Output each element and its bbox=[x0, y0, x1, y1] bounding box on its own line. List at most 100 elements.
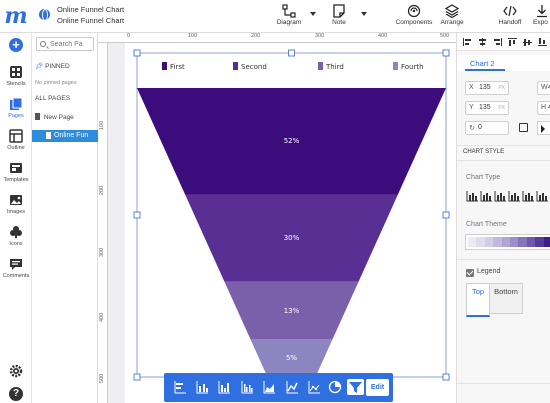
rail-pages[interactable]: Pages bbox=[0, 97, 32, 119]
app-logo[interactable]: m bbox=[4, 4, 28, 28]
divider bbox=[457, 160, 550, 161]
align-middle-icon[interactable] bbox=[523, 38, 532, 46]
rail-images[interactable]: Images bbox=[0, 193, 32, 215]
legend-top-option[interactable]: Top bbox=[466, 283, 490, 317]
diagram-chevron-down-icon[interactable] bbox=[310, 12, 316, 16]
tab-chart-2[interactable]: Chart 2 bbox=[457, 55, 550, 71]
help-icon[interactable]: ? bbox=[9, 387, 23, 401]
legend-bottom-option[interactable]: Bottom bbox=[490, 283, 523, 314]
edit-chart-button[interactable]: Edit bbox=[366, 379, 389, 396]
flip-vertical-icon[interactable] bbox=[537, 121, 550, 135]
align-center-icon[interactable] bbox=[478, 38, 487, 46]
resize-handle[interactable] bbox=[442, 49, 450, 57]
chart-type-column-icon[interactable] bbox=[494, 190, 507, 202]
width-field[interactable]: W 4 bbox=[537, 81, 550, 95]
funnel-data-label: 13% bbox=[283, 306, 300, 315]
chart-type-area-icon[interactable] bbox=[522, 190, 535, 202]
export-label: Expo bbox=[533, 19, 548, 26]
rail-icons[interactable]: Icons bbox=[0, 225, 32, 247]
align-top-icon[interactable] bbox=[508, 38, 517, 46]
page-item-active-label: Online Fun bbox=[54, 132, 89, 139]
rotate-icon: ↻ bbox=[469, 125, 475, 132]
search-icon bbox=[40, 41, 46, 47]
x-value: 135 bbox=[479, 84, 491, 91]
chart-type-stacked-bar-icon[interactable] bbox=[480, 190, 493, 202]
stencils-icon bbox=[10, 66, 22, 78]
resize-handle[interactable] bbox=[442, 211, 450, 219]
ruler-left-tick: 500 bbox=[99, 373, 105, 383]
legend-checkbox[interactable] bbox=[466, 269, 474, 277]
ruler-top-tick: 100 bbox=[188, 33, 198, 39]
align-bottom-icon[interactable] bbox=[538, 38, 547, 46]
components-icon bbox=[407, 4, 421, 18]
code-icon bbox=[503, 5, 517, 17]
resize-handle[interactable] bbox=[133, 211, 141, 219]
handoff-button[interactable]: Handoff bbox=[497, 2, 523, 32]
chart-type-horizontal-bar-icon[interactable] bbox=[466, 190, 479, 202]
pages-panel: 📌︎ PINNED No pinned pages ALL PAGES New … bbox=[32, 33, 98, 403]
outline-icon bbox=[9, 129, 23, 143]
align-left-icon[interactable] bbox=[463, 38, 472, 46]
all-pages-title: ALL PAGES bbox=[35, 95, 71, 102]
note-chevron-down-icon[interactable] bbox=[361, 12, 367, 16]
search-field[interactable] bbox=[36, 37, 94, 51]
page-item-new[interactable]: New Page bbox=[35, 113, 74, 121]
diagram-button[interactable]: Diagram bbox=[274, 2, 304, 32]
rail-stencils[interactable]: Stencils bbox=[0, 65, 32, 87]
download-icon bbox=[537, 5, 547, 18]
pie-chart-icon[interactable] bbox=[328, 380, 342, 394]
rail-outline[interactable]: Outline bbox=[0, 129, 32, 151]
ruler-top-tick: 400 bbox=[378, 33, 388, 39]
chart-type-line-icon[interactable] bbox=[536, 190, 549, 202]
page-sheet[interactable]: First Second Third Fourth 52% 30% 13% 5% bbox=[125, 43, 456, 403]
document-title[interactable]: Online Funnel Chart bbox=[57, 5, 124, 14]
funnel-data-label: 5% bbox=[285, 354, 298, 363]
layers-icon bbox=[445, 4, 459, 18]
canvas-area[interactable]: 0 100 200 300 400 500 100 200 300 400 50… bbox=[98, 33, 456, 403]
page-item-active[interactable]: Online Fun bbox=[32, 130, 98, 142]
add-icon[interactable]: + bbox=[9, 38, 23, 52]
area-chart-icon[interactable] bbox=[262, 380, 276, 394]
funnel-data-label: 30% bbox=[283, 234, 300, 243]
note-button[interactable]: Note bbox=[326, 2, 352, 32]
rail-templates[interactable]: Templates bbox=[0, 161, 32, 183]
settings-gear-icon[interactable] bbox=[9, 364, 23, 378]
document-subtitle: Online Funnel Chart bbox=[57, 16, 125, 25]
properties-panel: Chart 2 X 135 PX W 4 Y 135 PX H 4 ↻ 0 CH… bbox=[456, 33, 550, 403]
chart-toolbar: Edit bbox=[164, 373, 393, 402]
column-chart-icon[interactable] bbox=[217, 380, 231, 394]
funnel-chart[interactable] bbox=[125, 43, 456, 403]
flip-horizontal-icon[interactable] bbox=[519, 123, 528, 132]
search-input[interactable] bbox=[50, 39, 92, 49]
legend-label: Fourth bbox=[401, 63, 424, 71]
components-button[interactable]: Components bbox=[393, 2, 435, 32]
y-position-field[interactable]: Y 135 PX bbox=[465, 101, 509, 115]
ruler-left: 100 200 300 400 500 600 bbox=[98, 43, 108, 403]
bar-horizontal-chart-icon[interactable] bbox=[173, 380, 187, 394]
templates-icon bbox=[10, 163, 22, 173]
export-button[interactable]: Expo bbox=[533, 2, 550, 32]
x-position-field[interactable]: X 135 PX bbox=[465, 81, 509, 95]
align-right-icon[interactable] bbox=[493, 38, 502, 46]
components-label: Components bbox=[395, 19, 433, 26]
height-field[interactable]: H 4 bbox=[537, 101, 550, 115]
page-item-new-label: New Page bbox=[43, 114, 74, 121]
grouped-column-chart-icon[interactable] bbox=[240, 380, 254, 394]
arrange-button[interactable]: Arrange bbox=[438, 2, 466, 32]
line-chart-icon[interactable] bbox=[285, 380, 299, 394]
resize-handle[interactable] bbox=[133, 373, 141, 381]
chart-type-grouped-column-icon[interactable] bbox=[508, 190, 521, 202]
rail-images-label: Images bbox=[6, 209, 26, 215]
rotation-field[interactable]: ↻ 0 bbox=[465, 121, 509, 135]
scatter-chart-icon[interactable] bbox=[307, 380, 321, 394]
rail-comments[interactable]: Comments bbox=[0, 257, 32, 279]
chart-theme-selector[interactable] bbox=[465, 234, 550, 250]
resize-handle[interactable] bbox=[133, 49, 141, 57]
handoff-label: Handoff bbox=[498, 19, 522, 26]
page-icon bbox=[35, 113, 40, 120]
resize-handle[interactable] bbox=[442, 373, 450, 381]
stacked-bar-chart-icon[interactable] bbox=[195, 380, 209, 394]
funnel-chart-icon[interactable] bbox=[347, 379, 364, 395]
resize-handle[interactable] bbox=[288, 49, 295, 57]
note-label: Note bbox=[332, 19, 346, 26]
